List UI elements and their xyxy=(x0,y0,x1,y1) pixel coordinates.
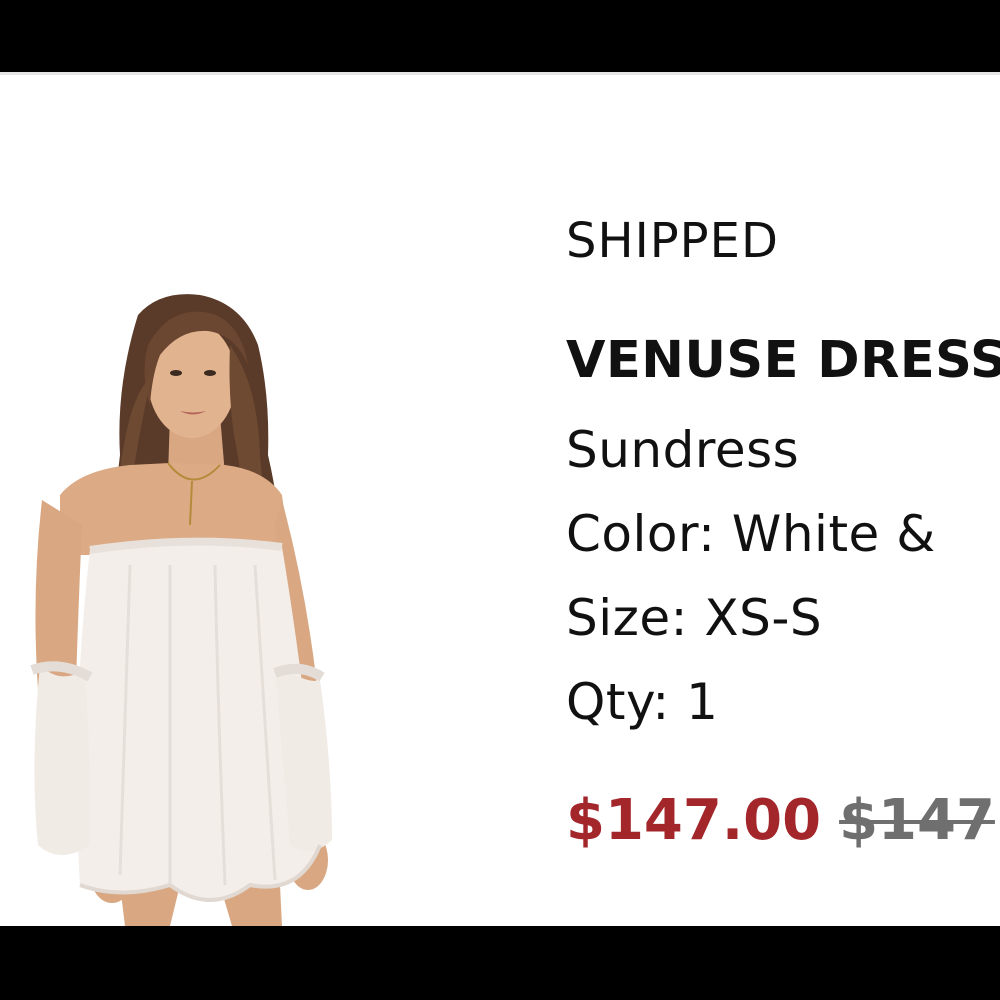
size-label: Size: xyxy=(566,589,688,647)
shipping-status: SHIPPED xyxy=(566,213,779,269)
product-category: Sundress xyxy=(566,421,800,479)
size-row: Size: XS-S xyxy=(566,587,822,649)
price-row: $147.00 $147 xyxy=(566,788,995,854)
model-in-dress-illustration xyxy=(30,294,332,926)
color-label: Color: xyxy=(566,505,716,563)
qty-label: Qty: xyxy=(566,673,670,731)
top-black-bar xyxy=(0,0,1000,72)
order-item-screen: SHIPPED VENUSE DRESS Sundress Color: Whi… xyxy=(0,0,1000,1000)
color-value: White & xyxy=(731,505,936,563)
sale-price: $147.00 xyxy=(566,788,822,853)
product-name[interactable]: VENUSE DRESS xyxy=(566,329,1000,393)
top-divider xyxy=(0,72,1000,75)
order-item-details: SHIPPED VENUSE DRESS Sundress Color: Whi… xyxy=(566,205,1000,905)
size-value: XS-S xyxy=(704,589,823,647)
original-price: $147 xyxy=(839,788,995,853)
qty-value: 1 xyxy=(686,673,719,731)
color-row: Color: White & xyxy=(566,503,936,565)
quantity-row: Qty: 1 xyxy=(566,671,718,733)
bottom-black-bar xyxy=(0,926,1000,1000)
product-photo[interactable] xyxy=(20,285,350,926)
